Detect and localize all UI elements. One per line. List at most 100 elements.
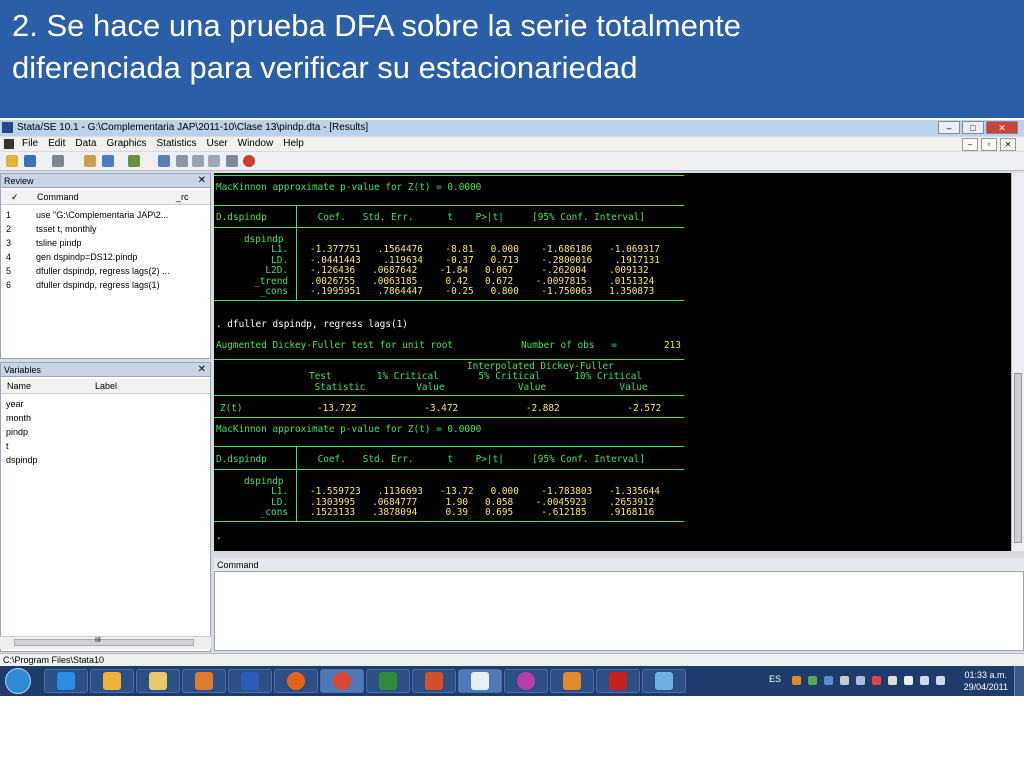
open-icon[interactable] — [6, 155, 18, 167]
menu-statistics[interactable]: Statistics — [157, 137, 197, 151]
menu-user[interactable]: User — [207, 137, 228, 151]
show-desktop-button[interactable] — [1014, 666, 1024, 696]
stata-window: Stata/SE 10.1 - G:\Complementaria JAP\20… — [0, 120, 1024, 696]
slide-title: 2. Se hace una prueba DFA sobre la serie… — [0, 0, 1024, 118]
windows-start-icon[interactable] — [5, 668, 31, 694]
taskbar-explorer[interactable] — [136, 669, 180, 693]
command-input[interactable] — [214, 571, 1024, 651]
mdi-minimize-button[interactable]: – — [962, 138, 978, 151]
log-icon[interactable] — [84, 155, 96, 167]
stop-icon[interactable] — [243, 155, 255, 167]
menu-window[interactable]: Window — [238, 137, 274, 151]
document-icon[interactable] — [4, 139, 14, 149]
review-row[interactable]: 2 tsset t, monthly — [1, 222, 210, 236]
taskbar-app[interactable] — [504, 669, 548, 693]
mackinnon-pvalue-2: MacKinnon approximate p-value for Z(t) =… — [216, 424, 482, 435]
taskbar-word[interactable] — [228, 669, 272, 693]
results-scrollbar-thumb[interactable] — [1014, 373, 1022, 543]
tray-language[interactable]: ES — [769, 674, 781, 684]
mail-icon — [103, 672, 121, 690]
taskbar-stata[interactable] — [458, 669, 502, 693]
variable-item[interactable]: month — [6, 411, 31, 425]
review-row-command: use "G:\Complementaria JAP\2... — [36, 210, 169, 220]
taskbar-acrobat[interactable] — [596, 669, 640, 693]
results-window[interactable]: MacKinnon approximate p-value for Z(t) =… — [214, 173, 1011, 551]
review-close-icon[interactable]: ✕ — [198, 174, 206, 188]
taskbar-firefox[interactable] — [274, 669, 318, 693]
app-icon — [517, 672, 535, 690]
results-prompt: . — [216, 531, 222, 542]
taskbar-excel[interactable] — [366, 669, 410, 693]
review-row-command: tsline pindp — [36, 238, 82, 248]
data-browser-icon[interactable] — [192, 155, 204, 167]
zt-label: Z(t) — [220, 403, 243, 414]
variable-item[interactable]: dspindp — [6, 453, 38, 467]
viewer-icon[interactable] — [102, 155, 114, 167]
taskbar-internet-explorer[interactable] — [44, 669, 88, 693]
taskbar-mail[interactable] — [90, 669, 134, 693]
do-file-editor-icon[interactable] — [158, 155, 170, 167]
graph-icon[interactable] — [128, 155, 140, 167]
tray-icon-8[interactable] — [904, 676, 913, 685]
scrollbar-thumb[interactable]: III — [14, 637, 194, 646]
taskbar-powerpoint[interactable] — [412, 669, 456, 693]
review-row[interactable]: 1 use "G:\Complementaria JAP\2... — [1, 208, 210, 222]
variables-col-name[interactable]: Name — [7, 379, 31, 393]
menu-graphics[interactable]: Graphics — [106, 137, 146, 151]
volume-icon[interactable] — [936, 676, 945, 685]
review-row-command: dfuller dspindp, regress lags(1) — [36, 280, 160, 290]
menu-data[interactable]: Data — [75, 137, 96, 151]
tray-icon-1[interactable] — [792, 676, 801, 685]
results-vertical-scrollbar[interactable] — [1011, 173, 1024, 551]
review-col-rc[interactable]: _rc — [176, 190, 189, 204]
review-row[interactable]: 3 tsline pindp — [1, 236, 210, 250]
variable-item[interactable]: pindp — [6, 425, 28, 439]
break-icon[interactable] — [226, 155, 238, 167]
save-icon[interactable] — [24, 155, 36, 167]
tray-icon-3[interactable] — [824, 676, 833, 685]
tray-icon-5[interactable] — [856, 676, 865, 685]
menu-help[interactable]: Help — [283, 137, 304, 151]
variables-horizontal-scrollbar[interactable]: III — [0, 636, 211, 649]
nobs-label: Number of obs = — [521, 340, 617, 351]
table1-bottom-rule — [214, 300, 684, 301]
tray-icon-6[interactable] — [872, 676, 881, 685]
maximize-button[interactable]: □ — [962, 121, 984, 134]
results-top-rule — [214, 175, 684, 176]
variables-close-icon[interactable]: ✕ — [198, 363, 206, 377]
variables-col-label[interactable]: Label — [95, 379, 117, 393]
tray-icon-4[interactable] — [840, 676, 849, 685]
taskbar-chrome[interactable] — [320, 669, 364, 693]
clear-more-icon[interactable] — [208, 155, 220, 167]
excel-icon — [379, 672, 397, 690]
review-row[interactable]: 6 dfuller dspindp, regress lags(1) — [1, 278, 210, 292]
mdi-close-button[interactable]: ✕ — [1000, 138, 1016, 151]
network-icon[interactable] — [920, 676, 929, 685]
variable-item[interactable]: t — [6, 439, 9, 453]
review-row-number: 5 — [6, 266, 12, 276]
print-icon[interactable] — [52, 155, 64, 167]
data-editor-icon[interactable] — [176, 155, 188, 167]
review-row[interactable]: 5 dfuller dspindp, regress lags(2) ... — [1, 264, 210, 278]
dfuller-command: . dfuller dspindp, regress lags(1) — [216, 319, 408, 330]
zt-values: -13.722 -3.472 -2.882 -2.572 — [317, 403, 662, 414]
tray-icon-7[interactable] — [888, 676, 897, 685]
review-col-check[interactable]: ✓ — [11, 190, 19, 204]
taskbar-media-player[interactable] — [182, 669, 226, 693]
close-button[interactable]: ✕ — [986, 121, 1018, 134]
reg2-header: D.dspindp Coef. Std. Err. t P>|t| [95% C… — [216, 454, 645, 465]
table2-top-rule — [214, 446, 684, 447]
review-col-command[interactable]: Command — [37, 190, 79, 204]
variable-item[interactable]: year — [6, 397, 24, 411]
review-row[interactable]: 4 gen dspindp=DS12.pindp — [1, 250, 210, 264]
window-titlebar[interactable]: Stata/SE 10.1 - G:\Complementaria JAP\20… — [0, 120, 1024, 136]
minimize-button[interactable]: – — [938, 121, 960, 134]
table2-bottom-rule — [214, 521, 684, 522]
taskbar-clock[interactable]: 01:33 a.m. 29/04/2011 — [964, 669, 1008, 693]
taskbar-paint[interactable] — [642, 669, 686, 693]
mdi-restore-button[interactable]: ▫ — [981, 138, 997, 151]
menu-file[interactable]: File — [22, 137, 38, 151]
tray-icon-2[interactable] — [808, 676, 817, 685]
menu-edit[interactable]: Edit — [48, 137, 65, 151]
taskbar-matlab[interactable] — [550, 669, 594, 693]
